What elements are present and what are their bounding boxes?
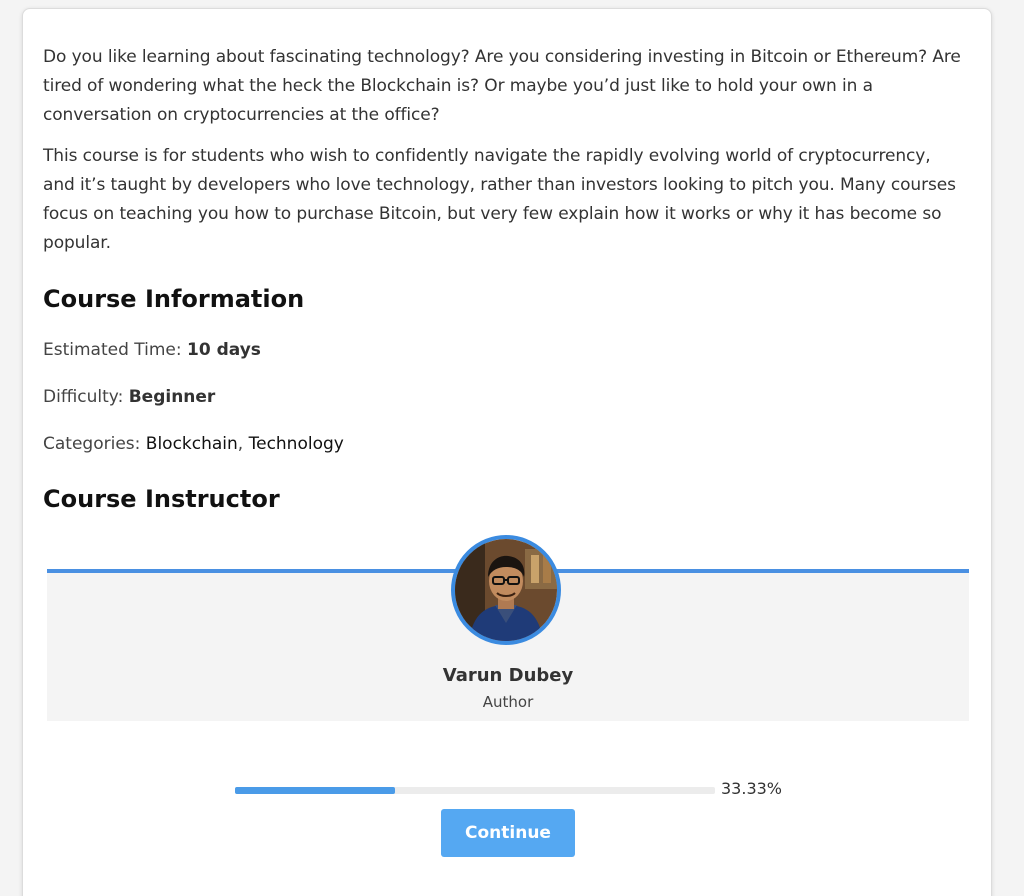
categories-row: Categories: Blockchain, Technology xyxy=(43,432,963,456)
estimated-time-value: 10 days xyxy=(187,340,261,360)
course-content: Do you like learning about fascinating t… xyxy=(43,43,963,516)
course-information-heading: Course Information xyxy=(43,285,305,313)
instructor-name[interactable]: Varun Dubey xyxy=(47,665,969,686)
difficulty-value: Beginner xyxy=(128,387,216,407)
difficulty-row: Difficulty: Beginner xyxy=(43,385,963,409)
description-paragraph-1: Do you like learning about fascinating t… xyxy=(43,47,961,125)
avatar-photo-icon xyxy=(455,539,557,641)
category-separator: , xyxy=(237,434,249,454)
instructor-role: Author xyxy=(482,693,534,711)
course-progress: 33.33% xyxy=(235,777,835,805)
description-paragraph-2: This course is for students who wish to … xyxy=(43,146,956,253)
instructor-section: Varun Dubey Author xyxy=(47,535,969,721)
category-link-blockchain[interactable]: Blockchain xyxy=(146,434,238,454)
estimated-time-row: Estimated Time: 10 days xyxy=(43,338,963,362)
course-card: Do you like learning about fascinating t… xyxy=(22,8,992,896)
progress-fill xyxy=(235,787,395,794)
difficulty-label: Difficulty: xyxy=(43,387,124,407)
instructor-avatar[interactable] xyxy=(451,535,561,645)
category-link-technology[interactable]: Technology xyxy=(249,434,344,454)
course-instructor-heading: Course Instructor xyxy=(43,485,280,513)
continue-button[interactable]: Continue xyxy=(441,809,575,857)
categories-label: Categories: xyxy=(43,434,141,454)
page: Do you like learning about fascinating t… xyxy=(0,0,1024,896)
estimated-time-label: Estimated Time: xyxy=(43,340,182,360)
progress-percent-label: 33.33% xyxy=(721,779,783,798)
progress-track xyxy=(235,787,715,794)
